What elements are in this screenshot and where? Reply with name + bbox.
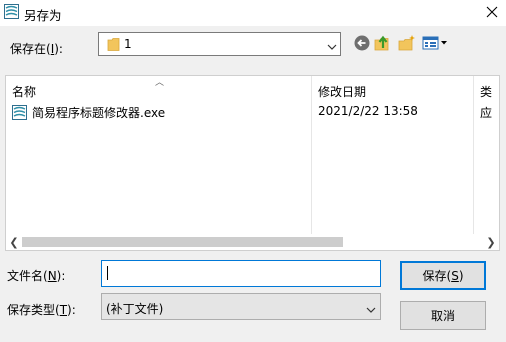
save-type-label: 保存类型(T): — [7, 303, 76, 317]
location-value: 1 — [124, 37, 132, 51]
up-folder-icon — [374, 35, 389, 51]
back-button[interactable] — [353, 34, 371, 52]
views-menu-icon — [422, 36, 447, 50]
file-name: 简易程序标题修改器.exe — [32, 106, 166, 120]
sort-ascending-icon: ︿ — [155, 78, 165, 88]
window-title: 另存为 — [24, 8, 62, 23]
horizontal-scrollbar[interactable]: ❮ ❯ — [6, 234, 499, 250]
exe-file-icon — [12, 105, 27, 123]
save-type-value: (补丁文件) — [106, 302, 164, 316]
title-bar: 另存为 — [0, 0, 506, 26]
app-icon — [4, 4, 19, 19]
back-arrow-icon — [354, 35, 370, 51]
close-icon — [486, 6, 498, 18]
column-header-date[interactable]: 修改日期 — [318, 83, 366, 100]
file-list[interactable]: ︿ 名称 修改日期 类 简易程序标题修改器.exe 2021/2/22 13:5… — [5, 75, 500, 251]
text-caret — [107, 266, 108, 280]
location-dropdown[interactable]: 1 — [98, 32, 341, 56]
folder-icon — [107, 37, 121, 55]
chevron-down-icon[interactable] — [327, 40, 337, 54]
views-menu-button[interactable] — [422, 34, 448, 52]
chevron-down-icon[interactable] — [366, 303, 376, 317]
new-folder-button[interactable] — [398, 34, 416, 52]
cancel-button[interactable]: 取消 — [400, 301, 486, 330]
file-name-label: 文件名(N): — [7, 269, 66, 283]
column-divider[interactable] — [311, 76, 312, 236]
scroll-right-button[interactable]: ❯ — [483, 234, 499, 250]
new-folder-icon — [398, 35, 415, 51]
file-date: 2021/2/22 13:58 — [318, 104, 418, 118]
list-item[interactable]: 简易程序标题修改器.exe 2021/2/22 13:58 应 — [12, 103, 498, 121]
close-button[interactable] — [478, 0, 506, 24]
save-type-dropdown[interactable]: (补丁文件) — [101, 293, 381, 320]
save-in-label: 保存在(I): — [10, 42, 63, 56]
file-type: 应 — [480, 106, 493, 120]
column-divider[interactable] — [473, 76, 474, 236]
column-header-name[interactable]: 名称 — [12, 83, 36, 100]
scrollbar-thumb[interactable] — [22, 237, 343, 247]
file-name-input[interactable] — [101, 260, 381, 287]
scroll-left-button[interactable]: ❮ — [6, 234, 22, 250]
column-header-type[interactable]: 类 — [480, 83, 492, 100]
save-button[interactable]: 保存(S) — [400, 261, 486, 290]
up-one-level-button[interactable] — [373, 34, 391, 52]
